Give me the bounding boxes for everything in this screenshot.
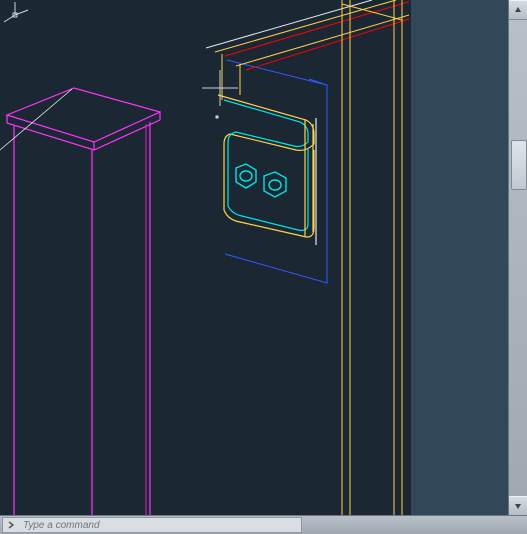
chevron-down-icon <box>514 502 522 510</box>
edge-white <box>0 89 72 150</box>
gusset-plate <box>218 95 316 245</box>
command-input[interactable] <box>21 519 285 532</box>
command-line[interactable] <box>2 517 302 533</box>
bottom-bar <box>0 515 527 534</box>
command-prompt-icon <box>7 520 17 530</box>
cad-drawing-canvas[interactable] <box>0 0 509 516</box>
scroll-up-button[interactable] <box>509 0 527 20</box>
ucs-icon <box>0 0 30 30</box>
vertical-scrollbar[interactable] <box>508 0 527 516</box>
scrollbar-thumb[interactable] <box>511 140 527 190</box>
crosshair-cursor <box>202 70 238 118</box>
panel-right-blue <box>410 0 509 516</box>
beam-vertical-yellow <box>342 0 402 516</box>
bolt-2 <box>264 172 286 197</box>
scroll-down-button[interactable] <box>509 496 527 516</box>
bolt-1 <box>236 164 256 188</box>
column-magenta <box>7 88 160 516</box>
model-viewport[interactable] <box>0 0 509 516</box>
chevron-up-icon <box>514 6 522 14</box>
